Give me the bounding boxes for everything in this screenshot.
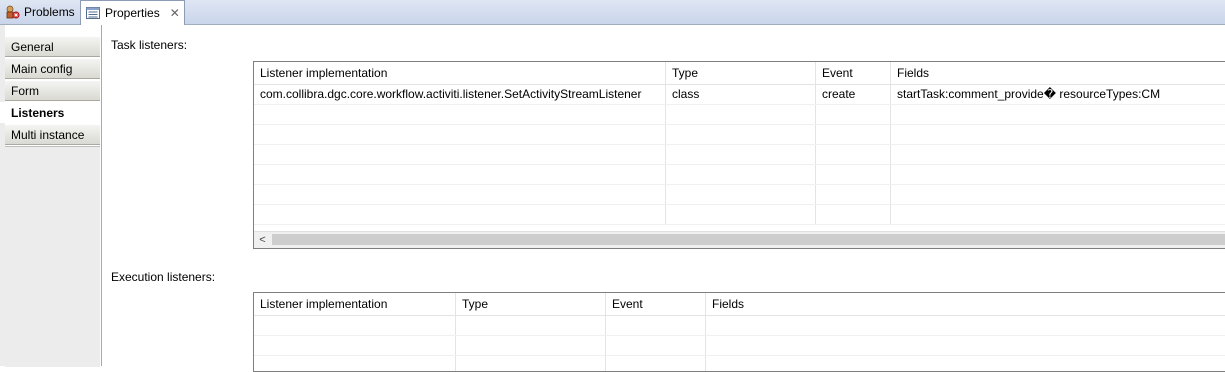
properties-sidebar: General Main config Form Listeners Multi…: [0, 25, 102, 367]
empty-row: [254, 165, 1225, 185]
empty-cell: [666, 205, 816, 224]
sidebar-item-general[interactable]: General: [5, 36, 100, 57]
empty-row: [254, 105, 1225, 125]
empty-cell: [456, 336, 606, 355]
tab-problems-label: Problems: [24, 5, 75, 19]
empty-cell: [816, 165, 891, 184]
table-row[interactable]: com.collibra.dgc.core.workflow.activiti.…: [254, 85, 1225, 105]
scroll-left-arrow-icon[interactable]: <: [254, 232, 271, 248]
table-cell: class: [666, 85, 816, 104]
tab-properties-label: Properties: [105, 6, 160, 20]
empty-cell: [254, 205, 666, 224]
column-header[interactable]: Listener implementation: [254, 293, 456, 315]
empty-cell: [666, 145, 816, 164]
empty-cell: [816, 125, 891, 144]
column-header[interactable]: Fields: [706, 293, 1225, 315]
sidebar-item-label: Main config: [11, 62, 73, 76]
properties-icon: [85, 5, 101, 21]
table-header: Listener implementation Type Event Field…: [254, 62, 1225, 85]
empty-cell: [456, 316, 606, 335]
column-header[interactable]: Type: [666, 62, 816, 84]
close-icon[interactable]: ✕: [170, 7, 180, 19]
sidebar-item-label: Listeners: [11, 106, 65, 120]
empty-cell: [666, 125, 816, 144]
task-listeners-table: Listener implementation Type Event Field…: [253, 61, 1225, 249]
empty-cell: [254, 356, 456, 371]
empty-row: [254, 185, 1225, 205]
column-header[interactable]: Fields: [891, 62, 1225, 84]
column-header[interactable]: Listener implementation: [254, 62, 666, 84]
task-listeners-label: Task listeners:: [111, 38, 188, 52]
sidebar-item-main-config[interactable]: Main config: [5, 58, 100, 79]
empty-cell: [254, 336, 456, 355]
empty-cell: [254, 185, 666, 204]
sidebar-item-form[interactable]: Form: [5, 80, 100, 101]
empty-cell: [816, 145, 891, 164]
sidebar-item-multi-instance[interactable]: Multi instance: [5, 124, 100, 145]
column-header[interactable]: Event: [816, 62, 891, 84]
sidebar-empty-area: [5, 146, 100, 367]
scrollbar-thumb[interactable]: [272, 234, 1225, 245]
tab-problems[interactable]: Problems: [0, 0, 80, 24]
empty-cell: [254, 105, 666, 124]
empty-cell: [816, 105, 891, 124]
empty-cell: [254, 125, 666, 144]
sidebar-item-label: Multi instance: [11, 128, 85, 142]
table-cell: startTask:comment_provide� resourceTypes…: [897, 87, 1161, 101]
empty-cell: [666, 165, 816, 184]
view-tab-strip: Problems Properties ✕: [0, 0, 1225, 25]
tab-properties[interactable]: Properties ✕: [80, 0, 185, 25]
empty-cell: [666, 105, 816, 124]
empty-cell: [456, 356, 606, 371]
table-cell: com.collibra.dgc.core.workflow.activiti.…: [254, 85, 666, 104]
sidebar-item-listeners[interactable]: Listeners: [0, 102, 101, 123]
execution-listeners-label: Execution listeners:: [111, 270, 216, 284]
empty-cell: [606, 356, 706, 371]
column-header[interactable]: Event: [606, 293, 706, 315]
empty-row: [254, 125, 1225, 145]
empty-cell: [606, 336, 706, 355]
horizontal-scrollbar[interactable]: <: [254, 231, 1225, 248]
empty-cell: [816, 185, 891, 204]
execution-listeners-table: Listener implementation Type Event Field…: [253, 292, 1225, 372]
problems-icon: [4, 4, 20, 20]
empty-row: [254, 336, 1225, 356]
empty-cell: [816, 205, 891, 224]
empty-cell: [254, 165, 666, 184]
empty-cell: [606, 316, 706, 335]
sidebar-item-label: Form: [11, 84, 39, 98]
empty-cell: [254, 316, 456, 335]
empty-row: [254, 356, 1225, 371]
table-header: Listener implementation Type Event Field…: [254, 293, 1225, 316]
sidebar-item-label: General: [11, 40, 54, 54]
empty-cell: [254, 145, 666, 164]
empty-row: [254, 205, 1225, 225]
table-cell: create: [816, 85, 891, 104]
empty-cell: [666, 185, 816, 204]
empty-row: [254, 316, 1225, 336]
column-header[interactable]: Type: [456, 293, 606, 315]
empty-row: [254, 145, 1225, 165]
